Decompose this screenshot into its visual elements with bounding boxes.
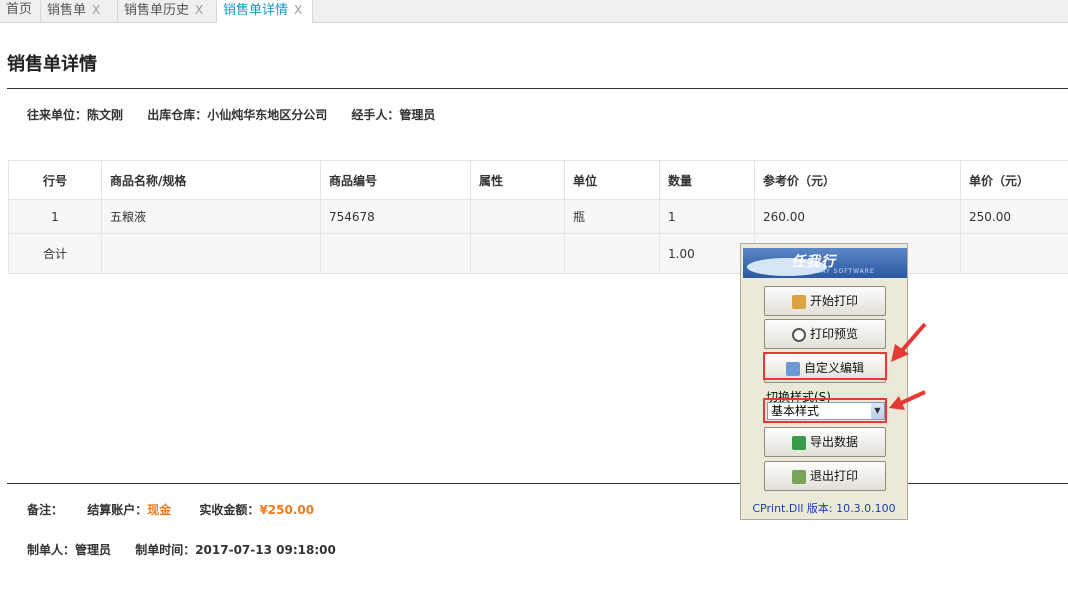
tab-sales-history[interactable]: 销售单历史 X xyxy=(118,0,217,22)
footer-meta: 制单人：管理员 制单时间：2017-07-13 09:18:00 xyxy=(27,541,356,558)
table-cell: 1 xyxy=(659,199,755,234)
table-cell: 1 xyxy=(8,199,102,234)
table-cell: 260.00 xyxy=(754,199,961,234)
table-cell xyxy=(101,233,321,274)
create-time-text: 制单时间：2017-07-13 09:18:00 xyxy=(135,543,336,557)
table-cell xyxy=(320,233,471,274)
table-header: 数量 xyxy=(659,160,755,200)
warehouse-text: 出库仓库：小仙炖华东地区分公司 xyxy=(147,108,328,122)
highlight-box xyxy=(763,352,887,380)
table-header: 单价（元） xyxy=(960,160,1068,200)
note-label: 备注： xyxy=(27,503,64,517)
table-cell xyxy=(960,233,1068,274)
exit-door-icon xyxy=(791,469,806,484)
table-header: 属性 xyxy=(470,160,565,200)
table-cell: 合计 xyxy=(8,233,102,274)
red-arrow-icon xyxy=(891,322,927,362)
close-icon[interactable]: X xyxy=(92,3,100,17)
magnifier-icon xyxy=(791,327,806,342)
amount-label: 实收金额： xyxy=(199,503,260,517)
footer-summary: 备注： 结算账户：现金 实收金额：¥250.00 xyxy=(27,501,334,518)
close-icon[interactable]: X xyxy=(195,3,203,17)
tab-sales-detail[interactable]: 销售单详情 X xyxy=(217,0,313,23)
handler-text: 经手人：管理员 xyxy=(351,108,436,122)
printer-icon xyxy=(791,294,806,309)
print-panel: 任我行 WEWAY SOFTWARE 开始打印 打印预览 自定义编辑 切换样式(… xyxy=(740,243,908,520)
table-cell xyxy=(470,233,565,274)
creator-text: 制单人：管理员 xyxy=(27,543,112,557)
start-print-button[interactable]: 开始打印 xyxy=(764,286,886,316)
tab-bar: 首页 销售单 X 销售单历史 X 销售单详情 X xyxy=(0,0,1068,23)
page-title: 销售单详情 xyxy=(7,54,97,75)
table-header: 参考价（元） xyxy=(754,160,961,200)
red-arrow-icon xyxy=(889,390,926,410)
account-label: 结算账户： xyxy=(87,503,148,517)
order-info: 往来单位：陈文刚 出库仓库：小仙炖华东地区分公司 经手人：管理员 xyxy=(27,106,455,123)
table-header: 商品名称/规格 xyxy=(101,160,321,200)
tab-sales-order[interactable]: 销售单 X xyxy=(41,0,118,22)
close-icon[interactable]: X xyxy=(294,3,302,17)
weway-logo: 任我行 WEWAY SOFTWARE xyxy=(743,248,907,278)
table-cell: 250.00 xyxy=(960,199,1068,234)
table-cell: 五粮液 xyxy=(101,199,321,234)
print-preview-button[interactable]: 打印预览 xyxy=(764,319,886,349)
detail-table: 行号 商品名称/规格 商品编号 属性 单位 数量 参考价（元） 单价（元） 1 … xyxy=(8,160,1068,274)
table-header-row: 行号 商品名称/规格 商品编号 属性 单位 数量 参考价（元） 单价（元） xyxy=(8,160,1068,200)
table-cell xyxy=(564,233,660,274)
table-cell: 754678 xyxy=(320,199,471,234)
amount-value: ¥250.00 xyxy=(259,503,315,517)
table-header: 行号 xyxy=(8,160,102,200)
table-header: 单位 xyxy=(564,160,660,200)
table-header: 商品编号 xyxy=(320,160,471,200)
exit-print-button[interactable]: 退出打印 xyxy=(764,461,886,491)
divider xyxy=(7,88,1068,89)
highlight-box xyxy=(763,398,887,423)
table-row[interactable]: 1 五粮液 754678 瓶 1 260.00 250.00 xyxy=(8,199,1068,234)
table-total-row: 合计 1.00 xyxy=(8,233,1068,274)
account-value: 现金 xyxy=(147,503,172,517)
export-data-button[interactable]: 导出数据 xyxy=(764,427,886,457)
excel-icon xyxy=(791,435,806,450)
table-cell: 瓶 xyxy=(564,199,660,234)
table-cell xyxy=(470,199,565,234)
tab-home[interactable]: 首页 xyxy=(0,0,41,22)
partner-text: 往来单位：陈文刚 xyxy=(27,108,124,122)
version-text: CPrint.Dll 版本: 10.3.0.100 xyxy=(752,502,896,515)
divider xyxy=(7,483,1068,484)
